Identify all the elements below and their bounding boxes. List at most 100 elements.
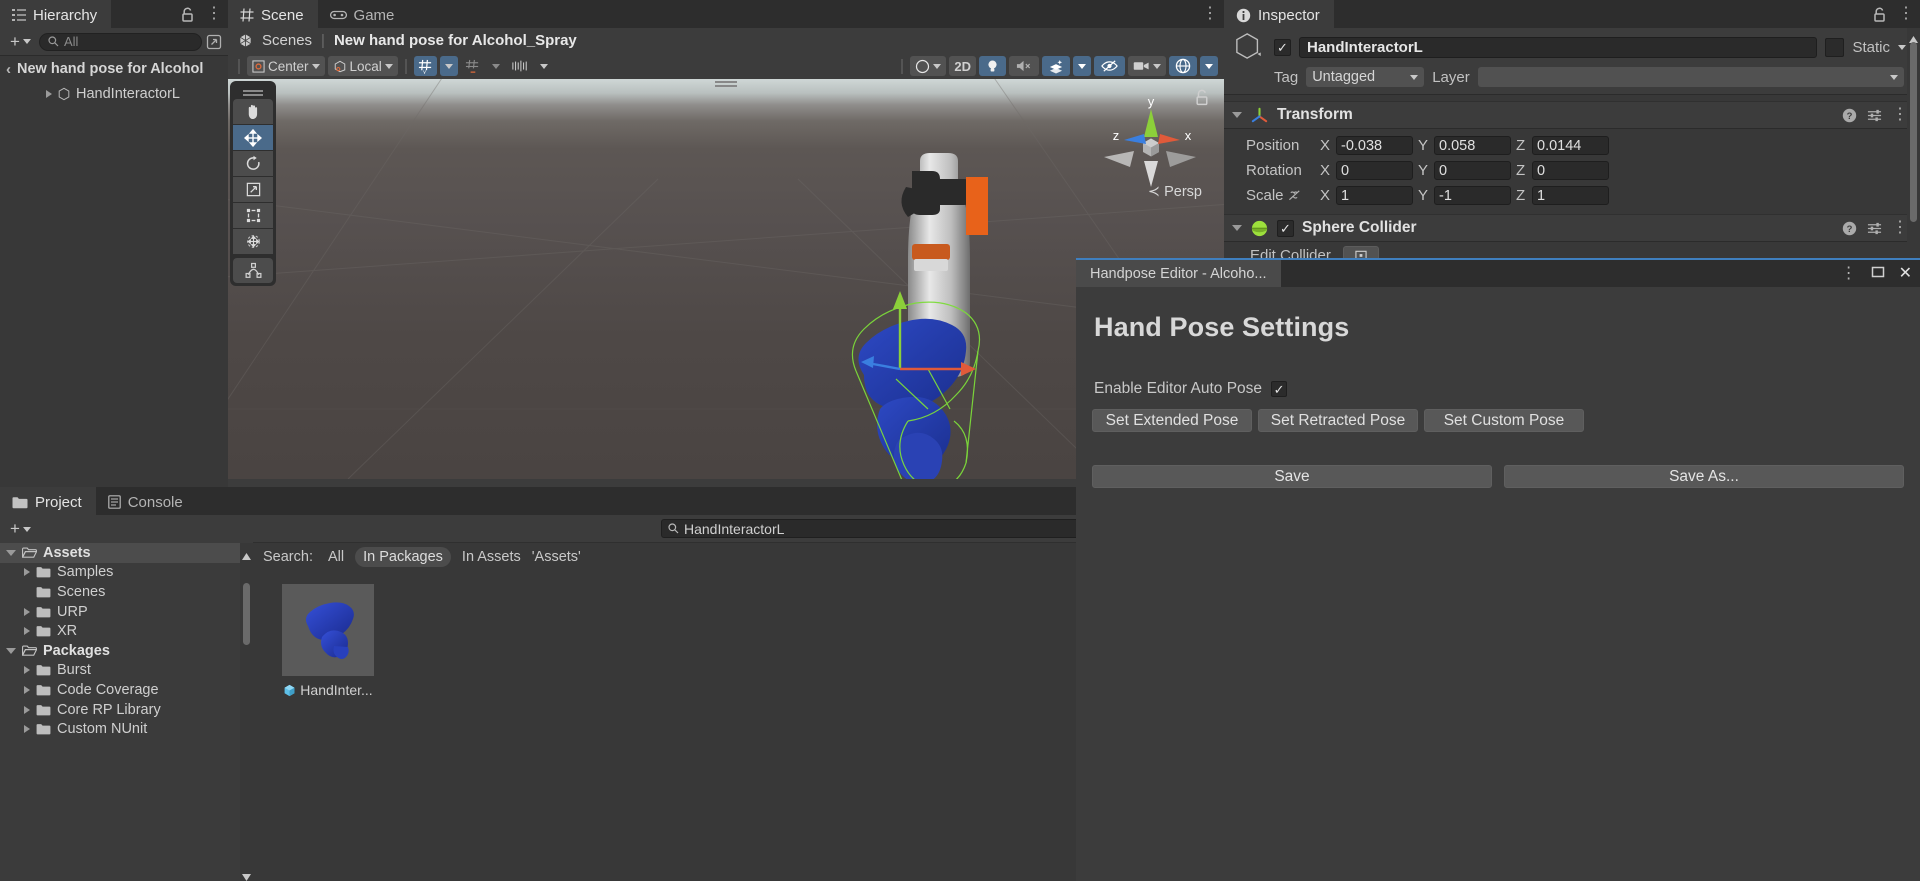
component-menu-icon[interactable]: ⋮ (1892, 107, 1908, 123)
scroll-up-arrow-icon[interactable] (1909, 30, 1918, 43)
rotation-x-input[interactable]: 0 (1336, 161, 1413, 180)
tree-item[interactable]: Packages (0, 641, 253, 661)
expand-arrow-icon[interactable] (46, 90, 52, 98)
tree-item[interactable]: Code Coverage (0, 680, 253, 700)
scene-visibility-toggle[interactable] (1094, 56, 1125, 76)
component-header-transform[interactable]: Transform ? ⋮ (1224, 101, 1920, 129)
hierarchy-item-handinteractorl[interactable]: HandInteractorL (0, 82, 228, 106)
preset-icon[interactable] (1867, 108, 1882, 123)
scale-y-input[interactable]: -1 (1434, 186, 1511, 205)
project-tree-scroll-thumb[interactable] (243, 583, 250, 645)
rotate-tool-button[interactable] (233, 151, 273, 176)
scroll-up-arrow-icon[interactable] (242, 547, 251, 560)
help-icon[interactable]: ? (1842, 108, 1857, 123)
grid-snap-toggle[interactable]: y (413, 56, 437, 76)
rect-tool-button[interactable] (233, 203, 273, 228)
scale-tool-button[interactable] (233, 177, 273, 202)
scene-viewport[interactable]: y z x ≺ Persp (228, 79, 1224, 479)
rotation-y-input[interactable]: 0 (1434, 161, 1511, 180)
close-icon[interactable]: ✕ (1899, 265, 1912, 282)
tree-item[interactable]: Custom NUnit (0, 719, 253, 739)
tree-item[interactable]: Scenes (0, 582, 253, 602)
lock-icon[interactable] (1873, 7, 1886, 22)
asset-item[interactable]: HandInter... (273, 584, 383, 698)
scene-menu-icon[interactable]: ⋮ (1202, 6, 1218, 22)
filter-in-assets[interactable]: In Assets (462, 549, 521, 565)
pivot-mode-dropdown[interactable]: Center (247, 56, 325, 76)
expand-arrow-icon[interactable] (24, 607, 30, 616)
scene-camera-dropdown[interactable] (1128, 56, 1166, 76)
expand-arrow-icon[interactable] (24, 627, 30, 636)
filter-in-packages[interactable]: In Packages (355, 546, 451, 567)
scene-breadcrumb-root[interactable]: Scenes (262, 32, 312, 49)
position-x-input[interactable]: -0.038 (1336, 136, 1413, 155)
chevron-down-icon[interactable] (1898, 44, 1906, 50)
position-y-input[interactable]: 0.058 (1434, 136, 1511, 155)
hierarchy-menu-icon[interactable]: ⋮ (206, 6, 222, 22)
grid-visibility-dropdown[interactable] (534, 56, 553, 76)
scroll-down-arrow-icon[interactable] (242, 868, 251, 881)
tree-item[interactable]: XR (0, 621, 253, 641)
grid-snap-dropdown[interactable] (439, 56, 458, 76)
scene-fx-dropdown[interactable] (1073, 56, 1091, 76)
hierarchy-breadcrumb[interactable]: ‹ New hand pose for Alcohol (0, 56, 228, 82)
expand-arrow-icon[interactable] (24, 685, 30, 694)
component-header-sphere-collider[interactable]: ✓ Sphere Collider ? ⋮ (1224, 214, 1920, 242)
project-add-button[interactable]: + (6, 519, 35, 539)
handpose-menu-icon[interactable]: ⋮ (1841, 265, 1857, 282)
scene-lighting-toggle[interactable] (979, 56, 1006, 76)
layer-dropdown[interactable] (1477, 67, 1904, 87)
sphere-collider-enabled-checkbox[interactable]: ✓ (1277, 219, 1294, 237)
hierarchy-add-button[interactable]: + (6, 32, 35, 52)
tab-project[interactable]: Project (0, 487, 96, 515)
tree-item[interactable]: Burst (0, 661, 253, 681)
hand-tool-button[interactable] (233, 99, 273, 124)
filter-assets[interactable]: 'Assets' (532, 549, 581, 565)
scale-x-input[interactable]: 1 (1336, 186, 1413, 205)
snap-increment-dropdown[interactable] (486, 56, 505, 76)
static-checkbox[interactable]: ✓ (1825, 37, 1845, 57)
handpose-window-tab[interactable]: Handpose Editor - Alcoho... (1076, 260, 1281, 287)
set-custom-pose-button[interactable]: Set Custom Pose (1424, 409, 1584, 432)
help-icon[interactable]: ? (1842, 221, 1857, 236)
set-extended-pose-button[interactable]: Set Extended Pose (1092, 409, 1252, 432)
set-retracted-pose-button[interactable]: Set Retracted Pose (1258, 409, 1418, 432)
scene-gizmos-dropdown[interactable] (1200, 56, 1218, 76)
hierarchy-search-input[interactable]: All (38, 32, 202, 51)
expand-arrow-icon[interactable] (24, 705, 30, 714)
scene-projection-mode[interactable]: ≺ Persp (1148, 184, 1202, 200)
pivot-rotation-dropdown[interactable]: Local (327, 56, 398, 76)
tree-item[interactable]: Core RP Library (0, 700, 253, 720)
tab-scene[interactable]: Scene (228, 0, 318, 28)
collapse-arrow-icon[interactable] (1232, 225, 1242, 231)
collapse-arrow-icon[interactable] (6, 647, 16, 654)
tab-game[interactable]: Game (318, 0, 409, 28)
constrain-proportions-icon[interactable] (1288, 189, 1303, 202)
tag-dropdown[interactable]: Untagged (1306, 67, 1425, 87)
scene-fx-toggle[interactable] (1042, 56, 1070, 76)
tab-hierarchy[interactable]: Hierarchy (0, 0, 112, 28)
tab-console[interactable]: Console (96, 487, 197, 515)
collapse-arrow-icon[interactable] (1232, 112, 1242, 118)
component-menu-icon[interactable]: ⋮ (1892, 220, 1908, 236)
inspector-scroll-thumb[interactable] (1910, 42, 1917, 222)
scene-gizmos-toggle[interactable] (1169, 56, 1197, 76)
expand-arrow-icon[interactable] (24, 568, 30, 577)
inspector-menu-icon[interactable]: ⋮ (1898, 6, 1914, 22)
expand-arrow-icon[interactable] (24, 725, 30, 734)
expand-arrow-icon[interactable] (24, 666, 30, 675)
tree-item[interactable]: Samples (0, 563, 253, 583)
shading-mode-dropdown[interactable] (910, 56, 947, 76)
collapse-arrow-icon[interactable] (6, 549, 16, 556)
lock-icon[interactable] (181, 7, 194, 22)
object-name-field[interactable]: HandInteractorL (1299, 36, 1818, 58)
custom-editor-tool-button[interactable] (233, 258, 273, 283)
tab-inspector[interactable]: Inspector (1224, 0, 1334, 28)
maximize-icon[interactable] (1871, 265, 1885, 282)
position-z-input[interactable]: 0.0144 (1532, 136, 1609, 155)
save-as-button[interactable]: Save As... (1504, 465, 1904, 488)
rotation-z-input[interactable]: 0 (1532, 161, 1609, 180)
hierarchy-search-popout-icon[interactable] (206, 34, 222, 50)
snap-increment-toggle[interactable] (460, 56, 484, 76)
scale-z-input[interactable]: 1 (1532, 186, 1609, 205)
